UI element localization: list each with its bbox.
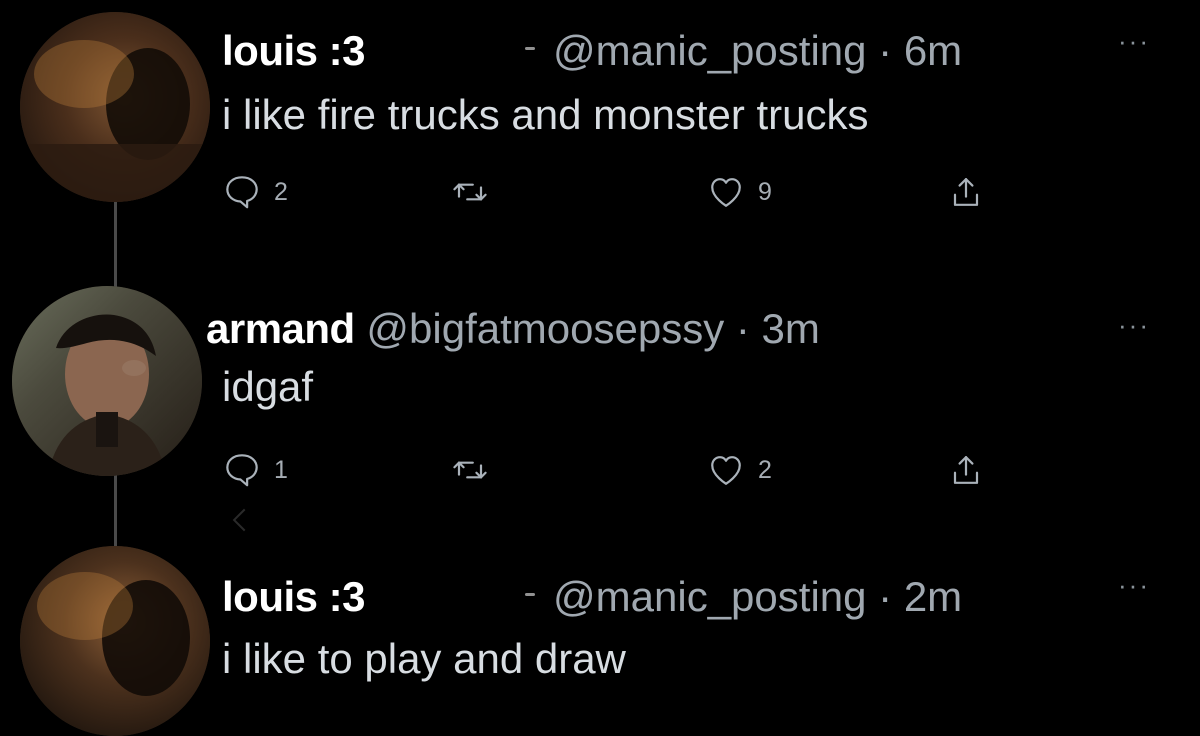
tweet-actions: 2 9 <box>220 164 1010 220</box>
avatar[interactable] <box>20 546 210 736</box>
like-button[interactable]: 2 <box>704 442 772 498</box>
tweet-card[interactable]: louis :3 @manic_posting · 2m ··· i like t… <box>0 546 1200 736</box>
retweet-button[interactable] <box>448 164 502 220</box>
display-name[interactable]: louis :3 <box>222 27 366 74</box>
tweet-actions: 1 2 <box>220 442 1010 498</box>
more-icon[interactable]: ··· <box>1118 28 1150 54</box>
tweet-text: idgaf <box>222 363 314 410</box>
reply-icon <box>220 170 264 214</box>
avatar-image <box>20 12 210 202</box>
handle-and-time[interactable]: @manic_posting · 6m <box>553 27 962 74</box>
heart-icon <box>704 170 748 214</box>
more-icon[interactable]: ··· <box>1118 572 1150 598</box>
reply-button[interactable]: 2 <box>220 164 288 220</box>
retweet-button[interactable] <box>448 442 502 498</box>
like-count: 2 <box>758 455 772 484</box>
decorative-shadow <box>232 508 256 532</box>
handle-and-time[interactable]: @manic_posting · 2m <box>553 573 962 620</box>
reply-button[interactable]: 1 <box>220 442 288 498</box>
display-name[interactable]: armand <box>206 305 355 352</box>
like-button[interactable]: 9 <box>704 164 772 220</box>
reply-count: 2 <box>274 177 288 206</box>
avatar-image <box>20 546 210 736</box>
like-count: 9 <box>758 177 772 206</box>
tweet-card[interactable]: armand @bigfatmoosepssy · 3m ··· idgaf 1 <box>0 274 1200 532</box>
more-icon[interactable]: ··· <box>1118 312 1150 338</box>
tweet-header: armand @bigfatmoosepssy · 3m <box>206 308 820 350</box>
redacted-name-fragment <box>375 43 545 65</box>
avatar-image <box>12 286 202 476</box>
share-icon <box>944 448 988 492</box>
display-name[interactable]: louis :3 <box>222 573 366 620</box>
tweet-thread: louis :3 @manic_posting · 6m ··· i like f… <box>0 0 1200 736</box>
heart-icon <box>704 448 748 492</box>
handle-and-time[interactable]: @bigfatmoosepssy · 3m <box>366 305 819 352</box>
tweet-card[interactable]: louis :3 @manic_posting · 6m ··· i like f… <box>0 0 1200 246</box>
share-icon <box>944 170 988 214</box>
tweet-text: i like to play and draw <box>222 635 626 682</box>
reply-icon <box>220 448 264 492</box>
tweet-text: i like fire trucks and monster trucks <box>222 91 869 138</box>
retweet-icon <box>448 448 492 492</box>
retweet-icon <box>448 170 492 214</box>
reply-count: 1 <box>274 455 288 484</box>
tweet-header: louis :3 @manic_posting · 6m <box>222 30 962 72</box>
redacted-name-fragment <box>375 589 545 611</box>
avatar[interactable] <box>12 286 202 476</box>
share-button[interactable] <box>944 442 988 498</box>
tweet-header: louis :3 @manic_posting · 2m <box>222 576 962 618</box>
share-button[interactable] <box>944 164 988 220</box>
avatar[interactable] <box>20 12 210 202</box>
